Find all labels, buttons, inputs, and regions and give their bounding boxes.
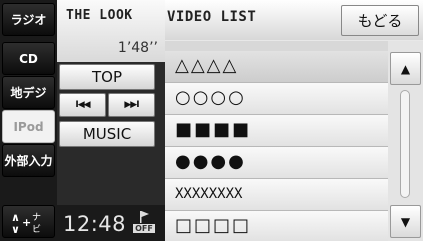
previous-track-icon: I◀◀ bbox=[75, 100, 90, 110]
svg-text:ビ: ビ bbox=[32, 224, 41, 235]
top-button-label: TOP bbox=[91, 68, 122, 86]
list-item-label: □□□□ bbox=[175, 215, 252, 236]
volume-up-down-icon: ∧ ∨ + ナ ビ bbox=[11, 211, 41, 235]
source-label: ラジオ bbox=[10, 13, 47, 27]
music-button-label: MUSIC bbox=[82, 125, 132, 143]
list-item[interactable]: ○○○○ bbox=[165, 83, 388, 115]
source-label: 地デジ bbox=[10, 86, 47, 100]
flag-off-label: OFF bbox=[133, 224, 155, 233]
list-item-label: XXXXXXXX bbox=[175, 186, 243, 202]
source-label: 外部入力 bbox=[4, 154, 53, 168]
source-radio-button[interactable]: ラジオ bbox=[2, 3, 55, 36]
list-item-label: ■■■■ bbox=[175, 119, 252, 140]
top-button[interactable]: TOP bbox=[59, 64, 155, 90]
music-button[interactable]: MUSIC bbox=[59, 121, 155, 147]
back-button-label: もどる bbox=[357, 12, 403, 30]
list-item-label: ○○○○ bbox=[175, 87, 246, 108]
list-item[interactable]: □□□□ bbox=[165, 211, 388, 241]
list-item-label: △△△△ bbox=[175, 55, 239, 76]
scroll-down-button[interactable]: ▼ bbox=[390, 205, 421, 238]
now-playing-title: THE LOOK bbox=[66, 8, 133, 23]
flag-icon bbox=[140, 211, 149, 223]
volume-button[interactable]: ∧ ∨ + ナ ビ bbox=[2, 205, 55, 238]
list-item-label: ●●●● bbox=[175, 151, 246, 172]
elapsed-time: 1’48’’ bbox=[117, 40, 158, 56]
list-item[interactable]: ●●●● bbox=[165, 147, 388, 179]
list-item[interactable]: ■■■■ bbox=[165, 115, 388, 147]
list-item[interactable]: △△△△ bbox=[165, 51, 388, 83]
scroll-up-icon: ▲ bbox=[400, 61, 411, 76]
source-label: IPod bbox=[13, 119, 44, 134]
back-button[interactable]: もどる bbox=[341, 5, 419, 36]
next-track-button[interactable]: ▶▶I bbox=[108, 93, 155, 117]
svg-text:+: + bbox=[22, 216, 31, 229]
list-item[interactable]: XXXXXXXX bbox=[165, 179, 388, 211]
flag-off-button[interactable]: OFF bbox=[132, 210, 156, 237]
source-cd-button[interactable]: CD bbox=[2, 42, 55, 75]
clock: 12:48 bbox=[63, 212, 127, 236]
scroll-rail[interactable] bbox=[400, 90, 410, 198]
scroll-down-icon: ▼ bbox=[400, 214, 411, 229]
svg-text:ナ: ナ bbox=[32, 212, 41, 223]
list-title: VIDEO LIST bbox=[167, 9, 257, 25]
source-label: CD bbox=[19, 51, 38, 66]
svg-text:∨: ∨ bbox=[11, 223, 20, 235]
source-digital-tv-button[interactable]: 地デジ bbox=[2, 76, 55, 109]
next-track-icon: ▶▶I bbox=[124, 100, 139, 110]
source-ipod-button[interactable]: IPod bbox=[2, 110, 55, 143]
source-external-input-button[interactable]: 外部入力 bbox=[2, 144, 55, 177]
scroll-up-button[interactable]: ▲ bbox=[390, 52, 421, 85]
previous-track-button[interactable]: I◀◀ bbox=[59, 93, 106, 117]
